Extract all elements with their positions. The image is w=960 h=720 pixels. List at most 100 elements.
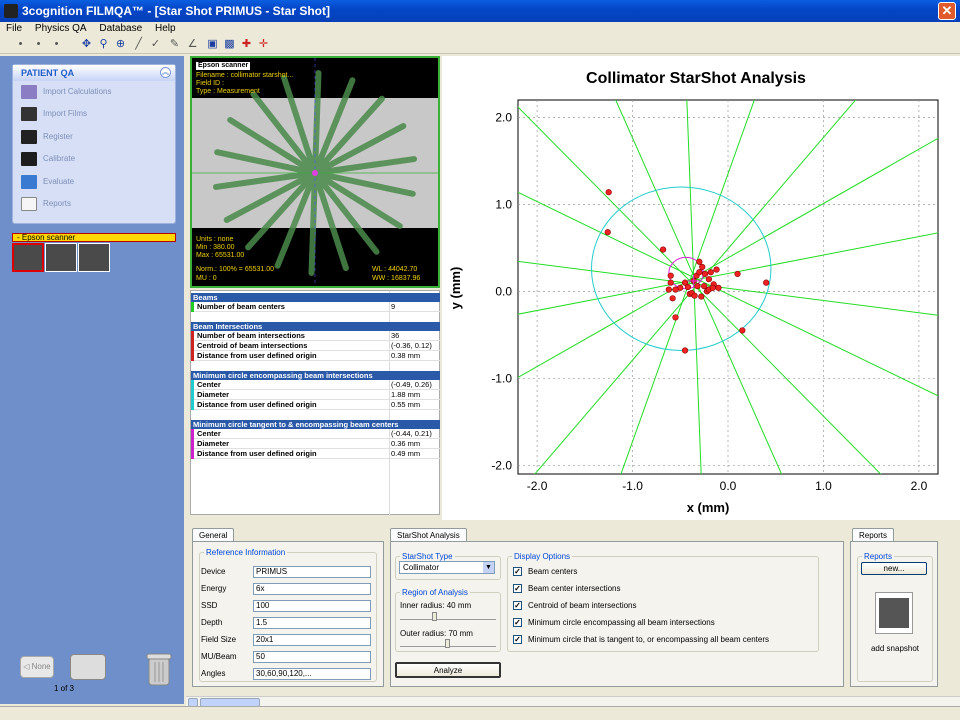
zoom-icon[interactable]: ⚲: [97, 38, 110, 51]
intersection-point: [659, 246, 667, 253]
nav-calibrate[interactable]: Calibrate: [21, 150, 75, 168]
line-tool-icon[interactable]: ╱: [132, 38, 145, 51]
pen-tool-icon[interactable]: ✎: [168, 38, 181, 51]
option-tangent-circle[interactable]: ✓ Minimum circle that is tangent to, or e…: [513, 634, 769, 646]
inner-radius-knob[interactable]: [431, 612, 437, 621]
menu-database[interactable]: Database: [99, 23, 142, 34]
window-title: 3cognition FILMQA™ - [Star Shot PRIMUS -…: [22, 4, 330, 18]
depth-input[interactable]: 1.5: [253, 617, 371, 629]
nav-register[interactable]: Register: [21, 128, 73, 146]
field-depth: Depth 1.5: [201, 617, 371, 629]
field-size-input[interactable]: 20x1: [253, 634, 371, 646]
y-tick-label: 1.0: [495, 197, 512, 211]
register-icon: [21, 129, 37, 144]
section-tangent-circle: Minimum circle tangent to & encompassing…: [191, 420, 440, 429]
inner-radius-slider[interactable]: [400, 612, 496, 621]
nav-evaluate[interactable]: Evaluate: [21, 173, 74, 191]
film-filename: Filename : collimator starshot...: [196, 72, 294, 79]
result-row: Center (-0.49, 0.26): [191, 380, 440, 390]
option-min-circle[interactable]: ✓ Minimum circle encompassing all beam in…: [513, 617, 715, 629]
tab-reports[interactable]: Reports: [852, 528, 895, 542]
film-max: Max : 65531.00: [196, 252, 245, 259]
angles-input[interactable]: 30,60,90,120,...: [253, 668, 371, 680]
analyze-button[interactable]: Analyze: [395, 662, 501, 678]
thumbnail-group-label[interactable]: - Epson scanner: [12, 233, 176, 242]
intersection-point: [694, 283, 701, 290]
fit-icon[interactable]: ▣: [206, 38, 219, 51]
x-tick-label: -1.0: [622, 479, 643, 493]
option-centroid[interactable]: ✓ Centroid of beam intersections: [513, 600, 637, 612]
intersection-point: [734, 270, 741, 278]
snapshot-icon[interactable]: [875, 592, 913, 634]
checkbox-checked-icon[interactable]: ✓: [513, 601, 522, 611]
film-thumbnail[interactable]: [78, 243, 110, 272]
nav-reports[interactable]: Reports: [21, 195, 71, 213]
intersection-point: [763, 279, 770, 286]
field-energy: Energy 6x: [201, 583, 371, 595]
general-panel: Reference Information Device PRIMUS Energ…: [192, 541, 384, 687]
checkbox-checked-icon[interactable]: ✓: [513, 567, 522, 577]
film-image-view[interactable]: Epson scanner Filename : collimator star…: [190, 56, 440, 288]
dropdown-arrow-icon[interactable]: ▼: [483, 562, 494, 573]
x-tick-label: -2.0: [527, 479, 548, 493]
new-report-button[interactable]: new...: [861, 562, 927, 575]
nav-import-calculations[interactable]: Import Calculations: [21, 83, 111, 101]
field-field-size: Field Size 20x1: [201, 634, 371, 646]
move-icon[interactable]: ✥: [80, 38, 93, 51]
intersection-point: [672, 286, 679, 293]
intersection-point: [665, 286, 672, 293]
checkbox-checked-icon[interactable]: ✓: [513, 635, 522, 645]
intersection-point: [669, 295, 676, 302]
mu-beam-input[interactable]: 50: [253, 651, 371, 663]
checkbox-checked-icon[interactable]: ✓: [513, 618, 522, 628]
film-thumbnail[interactable]: [45, 243, 77, 272]
menu-file[interactable]: File: [6, 23, 22, 34]
outer-radius-slider[interactable]: [400, 639, 496, 648]
ssd-input[interactable]: 100: [253, 600, 371, 612]
intersection-point: [667, 272, 674, 279]
fit-selection-icon[interactable]: ▩: [223, 38, 236, 51]
film-units: Units : none: [196, 236, 234, 243]
import-calc-icon: [21, 84, 37, 99]
section-min-circle: Minimum circle encompassing beam interse…: [191, 371, 440, 380]
starshot-type-select[interactable]: Collimator ▼: [399, 561, 495, 574]
outer-radius-knob[interactable]: [445, 639, 450, 648]
chart-title: Collimator StarShot Analysis: [586, 70, 806, 87]
nav-next-button[interactable]: [70, 654, 106, 680]
dot-tool-icon[interactable]: •: [14, 38, 27, 51]
y-tick-label: 2.0: [495, 110, 512, 124]
crosshair-icon[interactable]: ✚: [240, 38, 253, 51]
profile-tool-icon[interactable]: ✓: [149, 38, 162, 51]
nav-none-button[interactable]: ◁ None: [20, 656, 54, 678]
dot-tool-icon[interactable]: •: [50, 38, 63, 51]
option-beam-center-intersections[interactable]: ✓ Beam center intersections: [513, 583, 621, 595]
add-snapshot-label[interactable]: add snapshot: [857, 644, 933, 653]
patient-qa-header: PATIENT QA: [13, 65, 175, 81]
trash-icon[interactable]: [146, 652, 172, 686]
starshot-chart[interactable]: Collimator StarShot Analysis x (mm) y (m…: [442, 56, 960, 520]
checkbox-checked-icon[interactable]: ✓: [513, 584, 522, 594]
magnify-icon[interactable]: ⊕: [114, 38, 127, 51]
reports-icon: [21, 196, 37, 211]
energy-input[interactable]: 6x: [253, 583, 371, 595]
menu-physics-qa[interactable]: Physics QA: [35, 23, 87, 34]
close-button[interactable]: ✕: [938, 2, 956, 20]
tab-starshot-analysis[interactable]: StarShot Analysis: [390, 528, 467, 542]
dot-tool-icon[interactable]: •: [32, 38, 45, 51]
film-thumbnail[interactable]: [12, 243, 44, 272]
arrows-icon[interactable]: ✛: [257, 38, 270, 51]
angle-tool-icon[interactable]: ∠: [186, 38, 199, 51]
intersection-point: [604, 229, 611, 236]
device-input[interactable]: PRIMUS: [253, 566, 371, 578]
chart-svg: Collimator StarShot Analysis x (mm) y (m…: [448, 70, 939, 515]
intersection-point: [696, 269, 703, 276]
nav-import-films[interactable]: Import Films: [21, 105, 87, 123]
menu-bar: File Physics QA Database Help: [0, 22, 960, 36]
menu-help[interactable]: Help: [155, 23, 176, 34]
film-ww: WW : 16837.96: [372, 275, 421, 282]
y-tick-label: -2.0: [491, 458, 512, 472]
collapse-icon[interactable]: ︽: [160, 67, 171, 78]
tab-general[interactable]: General: [192, 528, 235, 542]
evaluate-icon: [21, 174, 37, 189]
option-beam-centers[interactable]: ✓ Beam centers: [513, 566, 577, 578]
